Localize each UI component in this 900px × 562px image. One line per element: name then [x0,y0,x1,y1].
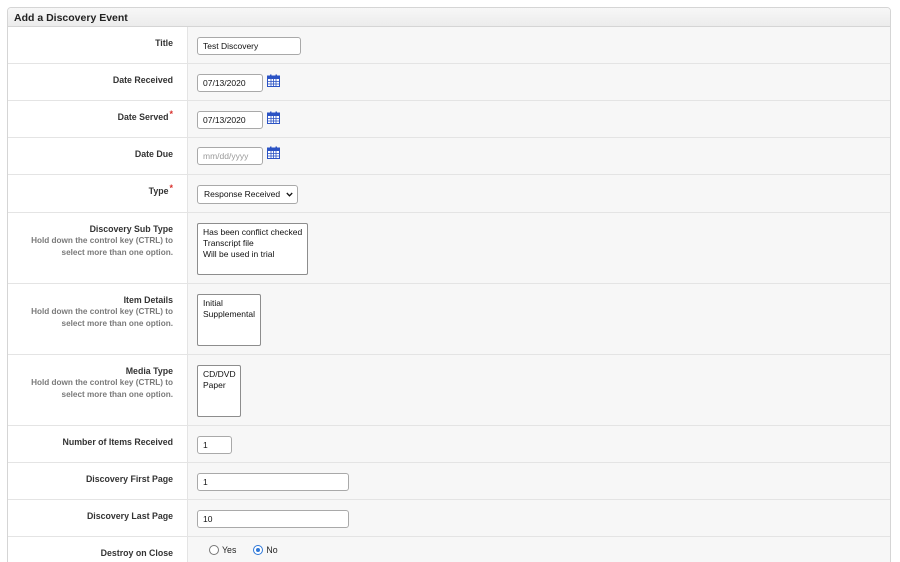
last-page-row: Discovery Last Page [8,500,890,537]
multi-select-hint: Hold down the control key (CTRL) to sele… [31,236,173,257]
item-details-label: Item Details Hold down the control key (… [8,284,187,354]
calendar-icon[interactable] [267,111,280,124]
destroy-on-close-label: Destroy on Close [8,537,187,562]
media-type-listbox[interactable]: CD/DVD Paper [197,365,241,417]
list-option[interactable]: Transcript file [203,238,302,249]
date-received-label: Date Received [8,64,187,100]
item-details-row: Item Details Hold down the control key (… [8,284,890,355]
radio-button-yes[interactable] [209,545,219,555]
number-of-items-row: Number of Items Received [8,426,890,463]
radio-option-no[interactable]: No [253,545,278,555]
destroy-on-close-row: Destroy on Close Yes No [8,537,890,562]
last-page-value-cell [187,500,890,536]
media-type-row: Media Type Hold down the control key (CT… [8,355,890,426]
first-page-row: Discovery First Page [8,463,890,500]
required-marker: * [169,109,173,119]
date-due-label: Date Due [8,138,187,174]
type-row: Type* Response Received [8,175,890,213]
list-option[interactable]: Will be used in trial [203,249,302,260]
radio-option-yes[interactable]: Yes [209,545,236,555]
discovery-sub-type-row: Discovery Sub Type Hold down the control… [8,213,890,284]
type-label: Type* [8,175,187,212]
number-of-items-label: Number of Items Received [8,426,187,462]
last-page-label: Discovery Last Page [8,500,187,536]
first-page-value-cell [187,463,890,499]
date-received-input[interactable] [197,74,263,92]
date-received-label-text: Date Received [112,75,173,85]
date-served-row: Date Served* [8,101,890,138]
title-row: Title [8,27,890,64]
type-label-text: Type [148,186,169,196]
date-served-input[interactable] [197,111,263,129]
list-option[interactable]: CD/DVD [203,369,236,380]
first-page-label: Discovery First Page [8,463,187,499]
media-type-label-text: Media Type [125,366,173,376]
discovery-event-panel: Add a Discovery Event Title Date Receive… [7,7,891,562]
list-option[interactable]: Initial [203,298,255,309]
destroy-on-close-label-text: Destroy on Close [100,548,173,558]
radio-label-yes: Yes [222,545,237,555]
discovery-sub-type-value-cell: Has been conflict checked Transcript fil… [187,213,890,283]
title-value-cell [187,27,890,63]
list-option[interactable]: Supplemental [203,309,255,320]
chevron-down-icon [286,192,293,197]
list-option[interactable]: Paper [203,380,235,391]
item-details-listbox[interactable]: Initial Supplemental [197,294,261,346]
type-selected-value: Response Received [204,189,281,199]
date-due-row: Date Due [8,138,890,175]
title-input[interactable] [197,37,301,55]
date-served-label: Date Served* [8,101,187,137]
destroy-on-close-radio-group: Yes No [209,545,295,555]
type-value-cell: Response Received [187,175,890,212]
multi-select-hint: Hold down the control key (CTRL) to sele… [31,378,173,399]
calendar-icon[interactable] [267,74,280,87]
first-page-input[interactable] [197,473,349,491]
item-details-value-cell: Initial Supplemental [187,284,890,354]
discovery-sub-type-label: Discovery Sub Type Hold down the control… [8,213,187,283]
panel-title: Add a Discovery Event [8,8,890,27]
destroy-on-close-value-cell: Yes No [187,537,890,562]
radio-button-no[interactable] [253,545,264,555]
last-page-label-text: Discovery Last Page [86,511,173,521]
first-page-label-text: Discovery First Page [85,474,173,484]
title-label-text: Title [155,38,173,48]
multi-select-hint: Hold down the control key (CTRL) to sele… [31,307,173,328]
last-page-input[interactable] [197,510,349,528]
required-marker: * [169,183,173,193]
date-served-label-text: Date Served [117,112,169,122]
radio-label-no: No [266,545,278,555]
discovery-sub-type-label-text: Discovery Sub Type [89,224,173,234]
date-due-label-text: Date Due [134,149,173,159]
date-received-row: Date Received [8,64,890,101]
item-details-label-text: Item Details [123,295,173,305]
number-of-items-label-text: Number of Items Received [62,437,174,447]
title-label: Title [8,27,187,63]
list-option[interactable]: Has been conflict checked [203,227,302,238]
discovery-sub-type-listbox[interactable]: Has been conflict checked Transcript fil… [197,223,308,275]
media-type-label: Media Type Hold down the control key (CT… [8,355,187,425]
date-received-value-cell [187,64,890,100]
number-of-items-input[interactable] [197,436,232,454]
type-select[interactable]: Response Received [197,185,298,204]
number-of-items-value-cell [187,426,890,462]
date-due-input[interactable] [197,147,263,165]
date-served-value-cell [187,101,890,137]
media-type-value-cell: CD/DVD Paper [187,355,890,425]
calendar-icon[interactable] [267,146,280,159]
date-due-value-cell [187,138,890,174]
